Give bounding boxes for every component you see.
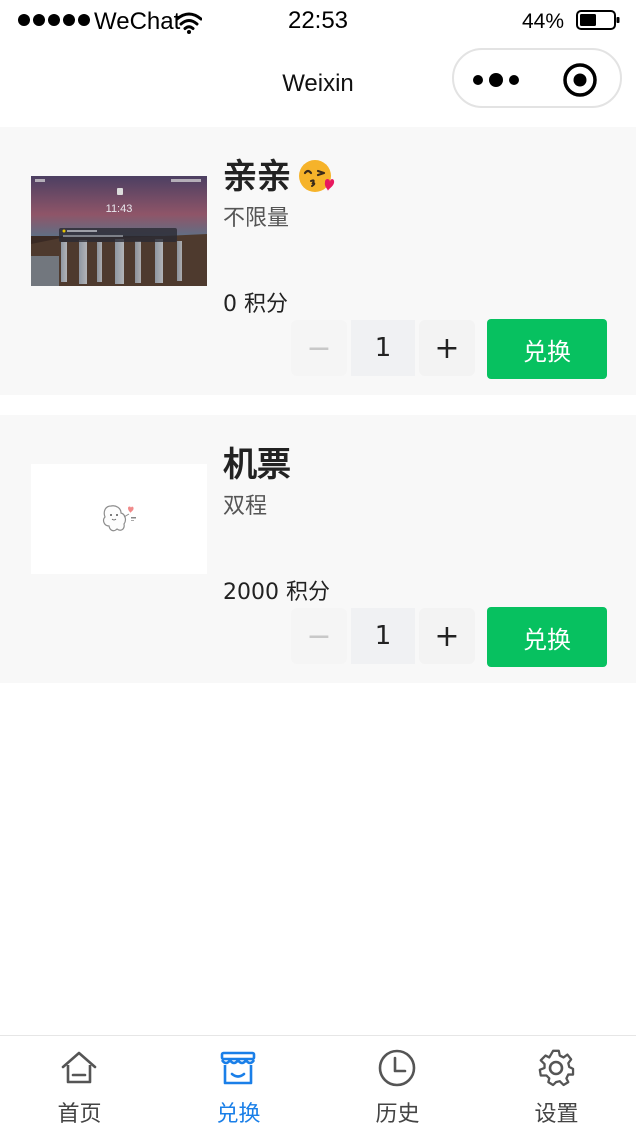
quantity-stepper: − 1 +	[291, 608, 475, 664]
gear-icon	[538, 1049, 575, 1087]
decrease-button[interactable]: −	[291, 608, 347, 664]
quantity-stepper: − 1 +	[291, 320, 475, 376]
product-title: 机票	[223, 437, 291, 486]
product-subtitle: 不限量	[223, 206, 290, 231]
more-icon[interactable]	[472, 68, 522, 92]
tab-bar: 首页 兑换 历史 设置	[0, 1035, 636, 1132]
close-target-icon[interactable]	[562, 62, 598, 98]
exchange-button[interactable]: 兑换	[487, 319, 607, 379]
increase-button[interactable]: +	[419, 608, 475, 664]
product-image	[31, 464, 207, 574]
home-icon	[61, 1051, 97, 1084]
lockscreen-time: 11:43	[106, 203, 133, 215]
product-title: 亲亲	[223, 149, 335, 198]
product-points: 0 积分	[223, 292, 288, 317]
store-icon	[220, 1051, 256, 1085]
product-card: 机票 双程 2000 积分 − 1 + 兑换	[0, 415, 636, 683]
tab-label: 兑换	[216, 1102, 261, 1127]
exchange-button[interactable]: 兑换	[487, 607, 607, 667]
product-image: 11:43	[31, 176, 207, 286]
tab-label: 设置	[534, 1102, 579, 1127]
product-points: 2000 积分	[223, 580, 330, 605]
quantity-value[interactable]: 1	[351, 320, 415, 376]
clock-icon	[378, 1049, 416, 1087]
tab-exchange[interactable]: 兑换	[159, 1036, 318, 1132]
battery-percentage: 44%	[521, 10, 564, 33]
tab-settings[interactable]: 设置	[477, 1036, 636, 1132]
battery-icon	[576, 10, 620, 30]
product-card: 11:43 亲亲 不限量 0 积分 − 1 + 兑换	[0, 127, 636, 395]
product-subtitle: 双程	[223, 494, 268, 519]
kissing-face-emoji-icon	[299, 159, 335, 192]
tab-label: 历史	[375, 1102, 420, 1127]
increase-button[interactable]: +	[419, 320, 475, 376]
mini-program-capsule	[452, 48, 622, 108]
tab-history[interactable]: 历史	[318, 1036, 477, 1132]
status-bar: WeChat 22:53 44%	[0, 0, 636, 44]
quantity-value[interactable]: 1	[351, 608, 415, 664]
tab-home[interactable]: 首页	[0, 1036, 159, 1132]
tab-label: 首页	[57, 1102, 102, 1127]
product-title-text: 机票	[223, 445, 291, 485]
product-title-text: 亲亲	[223, 157, 291, 197]
decrease-button[interactable]: −	[291, 320, 347, 376]
